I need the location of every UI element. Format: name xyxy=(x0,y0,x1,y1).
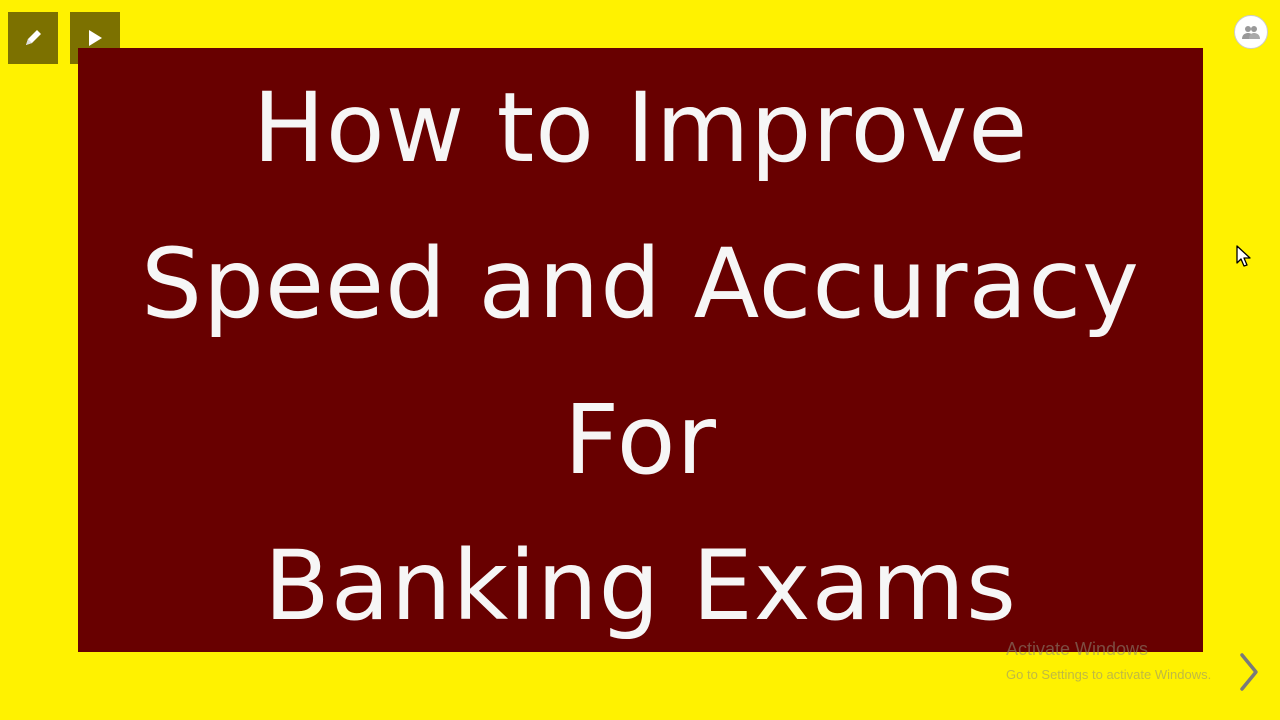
title-line-2: Speed and Accuracy xyxy=(141,228,1140,340)
chevron-right-icon xyxy=(1240,653,1258,691)
watermark-title: Activate Windows xyxy=(1006,639,1149,659)
people-button[interactable] xyxy=(1234,15,1268,49)
watermark-subtitle: Go to Settings to activate Windows. xyxy=(1006,667,1212,682)
pen-tool-button[interactable] xyxy=(8,12,58,64)
title-line-1: How to Improve xyxy=(252,72,1029,184)
windows-activation-watermark: Activate Windows Go to Settings to activ… xyxy=(1006,638,1211,684)
title-line-3: For xyxy=(564,384,717,496)
next-slide-button[interactable] xyxy=(1234,650,1264,694)
people-icon xyxy=(1242,26,1260,39)
play-icon xyxy=(89,30,102,46)
presentation-stage: How to Improve Speed and Accuracy For Ba… xyxy=(0,0,1280,720)
title-box: How to Improve Speed and Accuracy For Ba… xyxy=(78,48,1203,652)
pencil-icon xyxy=(26,30,41,45)
title-line-4: Banking Exams xyxy=(264,530,1017,642)
mouse-cursor-icon xyxy=(1236,245,1251,267)
